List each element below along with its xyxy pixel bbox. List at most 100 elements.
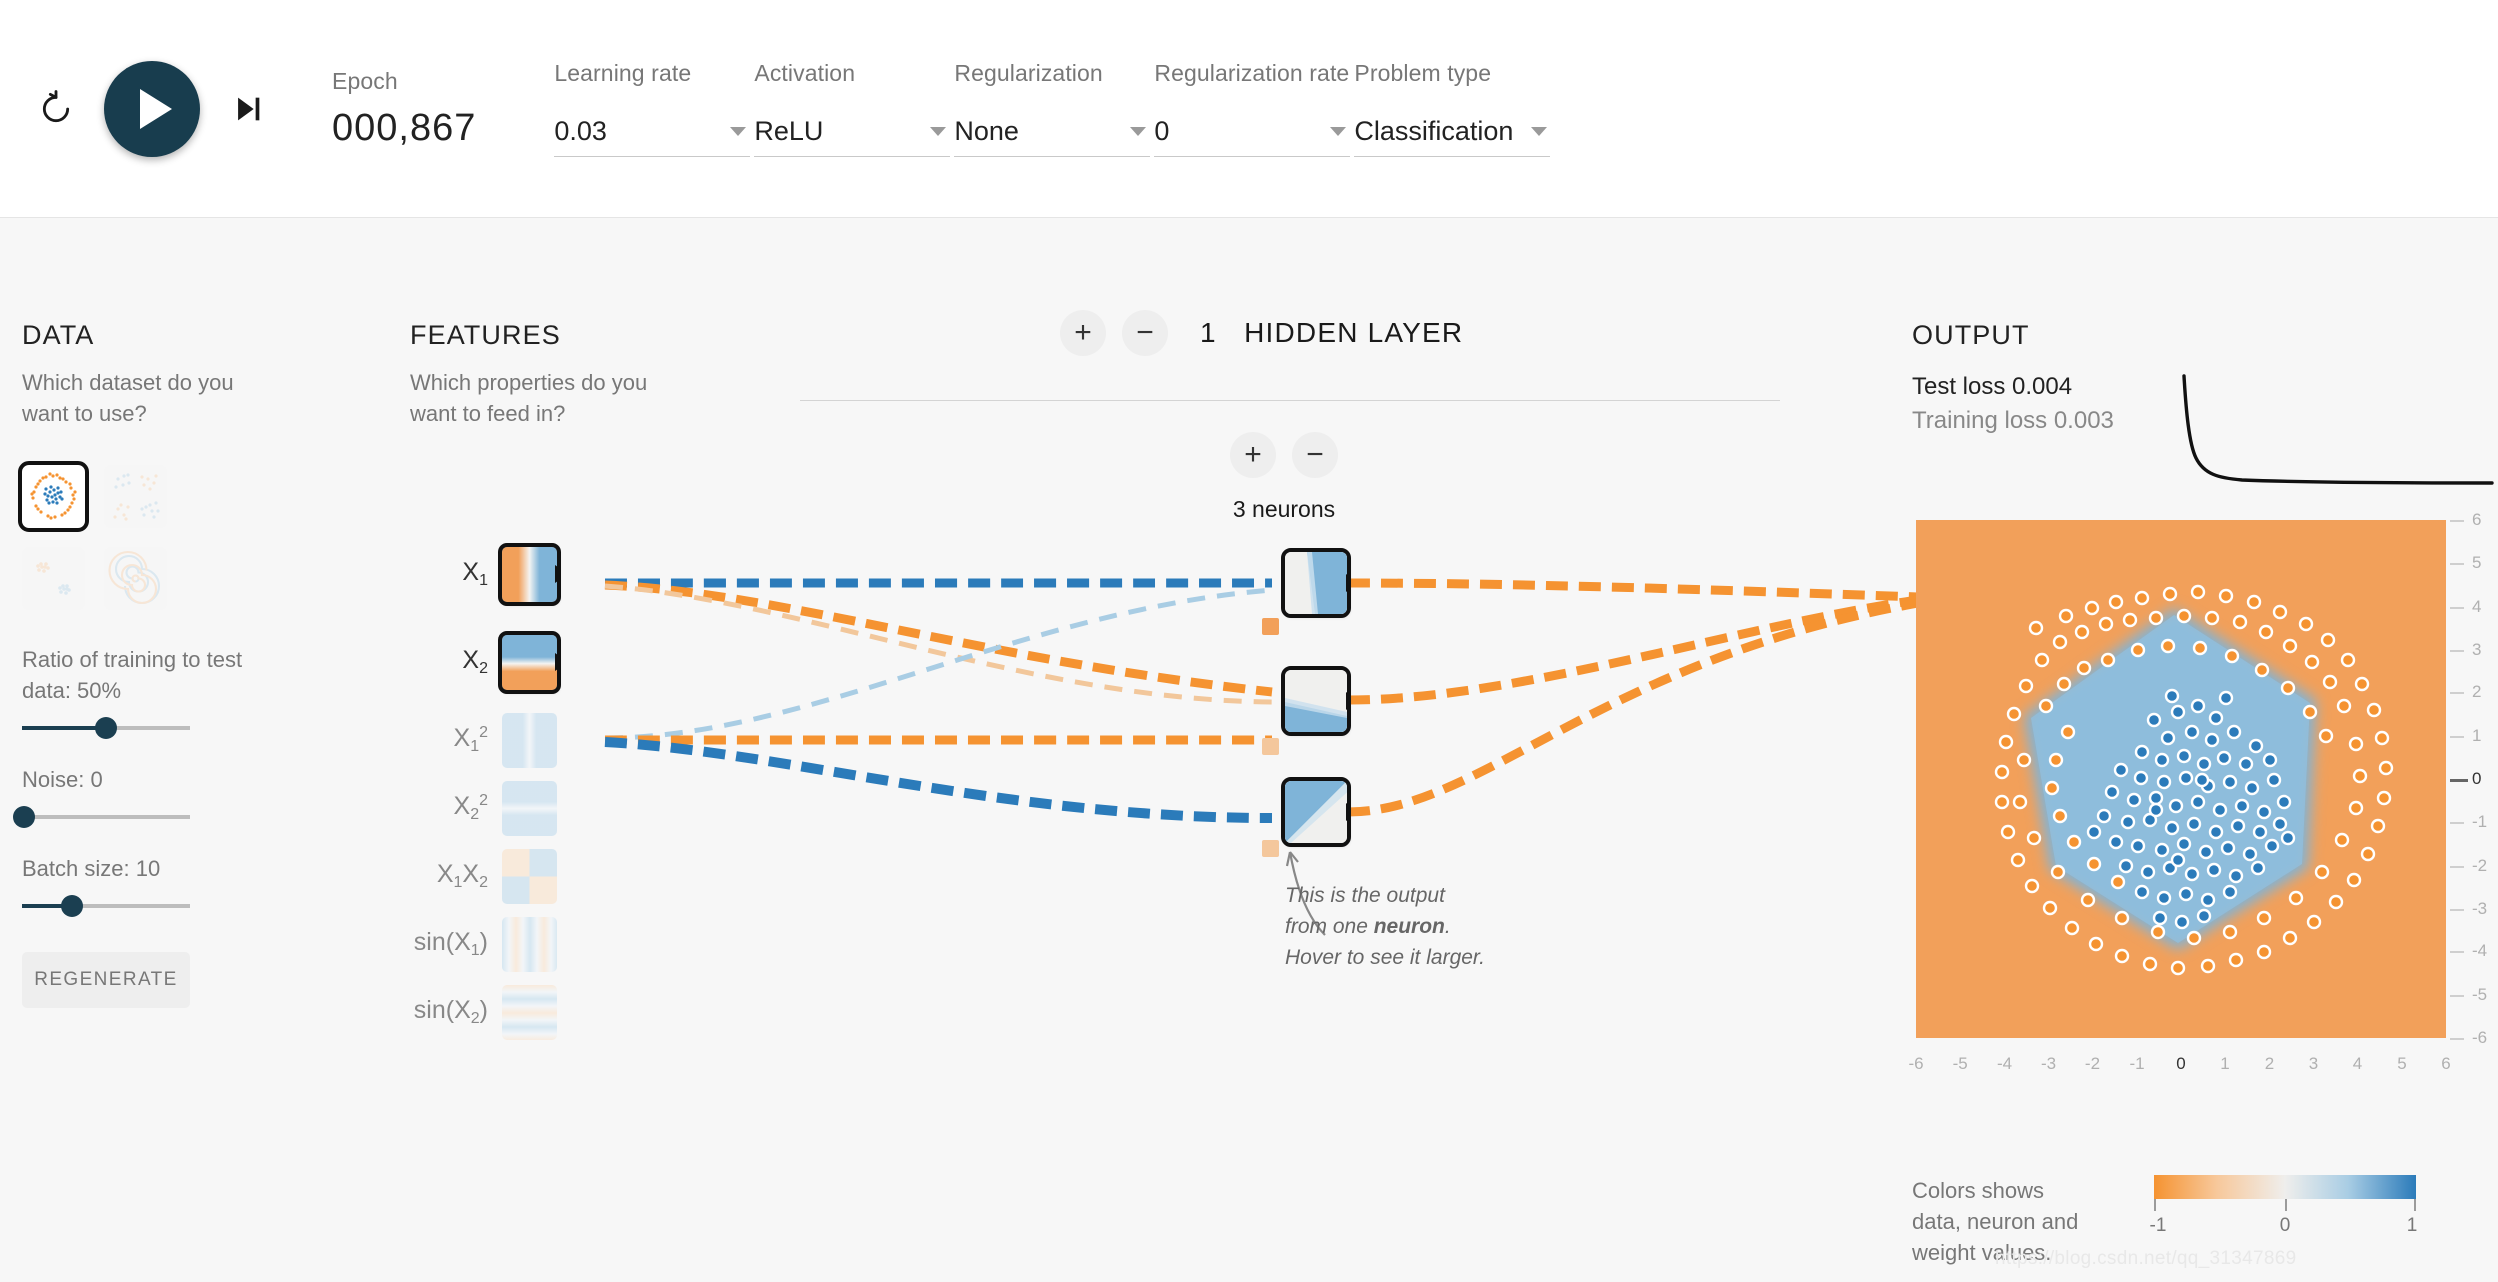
x-tick-zero: 0 bbox=[2176, 1054, 2186, 1073]
activation-select[interactable]: ReLU bbox=[754, 107, 951, 157]
arrow-icon bbox=[555, 653, 557, 671]
bias-h1[interactable] bbox=[1262, 618, 1279, 635]
y-tick: 1 bbox=[2472, 726, 2482, 745]
output-heatmap[interactable] bbox=[1916, 520, 2446, 1038]
feature-sin-x1[interactable] bbox=[502, 916, 557, 972]
legend-tick: -1 bbox=[2149, 1215, 2167, 1236]
y-tick: -4 bbox=[2472, 941, 2488, 961]
feature-x1-squared[interactable] bbox=[502, 712, 557, 768]
hidden-layer-count: 1 bbox=[1200, 317, 1217, 348]
regularization-value: None bbox=[954, 116, 1019, 146]
remove-neuron-button[interactable]: − bbox=[1292, 432, 1338, 478]
x-tick: -5 bbox=[1952, 1054, 1968, 1073]
hidden-layer-controls: + − 1 HIDDEN LAYER bbox=[1060, 310, 1463, 356]
tooltip-bold: neuron bbox=[1373, 915, 1445, 938]
reset-icon[interactable] bbox=[30, 83, 82, 135]
legend-tick: 1 bbox=[2406, 1215, 2418, 1236]
play-button[interactable] bbox=[104, 60, 200, 157]
hidden-neuron-1[interactable] bbox=[1281, 548, 1351, 618]
bias-h3[interactable] bbox=[1262, 840, 1279, 857]
link-x1-h2 bbox=[604, 580, 1273, 697]
feature-x1[interactable] bbox=[498, 542, 561, 606]
dataset-exclusive-or[interactable] bbox=[104, 465, 167, 528]
epoch-label: Epoch bbox=[332, 67, 398, 94]
step-forward-icon[interactable] bbox=[222, 83, 274, 135]
feature-x1x2[interactable] bbox=[502, 848, 557, 904]
x-tick: -3 bbox=[2040, 1054, 2057, 1073]
regularization-select[interactable]: None bbox=[954, 107, 1151, 157]
chevron-down-icon bbox=[1330, 127, 1347, 136]
feature-row-x1x2: X1X2 bbox=[410, 842, 670, 910]
noise-slider[interactable] bbox=[13, 806, 190, 828]
bias-h2[interactable] bbox=[1262, 738, 1279, 755]
toolbar: Epoch 000,867 Learning rate 0.03 Activat… bbox=[0, 0, 2498, 218]
legend-scale: -1 0 1 bbox=[2150, 1175, 2417, 1236]
neuron-tooltip: This is the output from one neuron. Hove… bbox=[1285, 880, 1485, 973]
loss-curve-chart bbox=[2172, 370, 2498, 506]
regularization-rate-select[interactable]: 0 bbox=[1154, 107, 1351, 157]
output-title: OUTPUT bbox=[1912, 320, 2030, 350]
x-tick: -2 bbox=[2084, 1054, 2101, 1073]
regularization-rate-value: 0 bbox=[1154, 116, 1170, 146]
x-tick: -4 bbox=[1996, 1054, 2013, 1073]
hidden-neuron-3[interactable] bbox=[1281, 777, 1351, 847]
y-tick: 5 bbox=[2472, 553, 2482, 573]
features-panel: FEATURES Which properties do you want to… bbox=[410, 320, 660, 1040]
play-icon bbox=[140, 88, 172, 129]
tensorflow-playground: Epoch 000,867 Learning rate 0.03 Activat… bbox=[0, 0, 2498, 1282]
regenerate-button[interactable]: REGENERATE bbox=[22, 952, 190, 1008]
learning-rate-value: 0.03 bbox=[554, 116, 607, 146]
feature-row-x2-squared: X22 bbox=[410, 774, 670, 842]
add-layer-button[interactable]: + bbox=[1060, 310, 1106, 356]
remove-layer-button[interactable]: − bbox=[1122, 310, 1168, 356]
y-tick: -1 bbox=[2472, 811, 2488, 831]
data-points-blue bbox=[2086, 688, 2296, 930]
dataset-thumbnails bbox=[18, 461, 282, 610]
y-tick: -2 bbox=[2472, 855, 2488, 875]
feature-sin-x2[interactable] bbox=[502, 984, 557, 1040]
learning-rate-control: Learning rate 0.03 bbox=[554, 60, 751, 157]
learning-rate-label: Learning rate bbox=[554, 60, 692, 86]
activation-control: Activation ReLU bbox=[754, 60, 951, 157]
y-tick: 2 bbox=[2472, 682, 2482, 702]
arrow-icon bbox=[1346, 692, 1347, 710]
chevron-down-icon bbox=[1130, 127, 1147, 136]
training-loss: Training loss 0.003 bbox=[1912, 407, 2114, 434]
feature-sin-x1-label: sin(X1) bbox=[413, 928, 488, 959]
hyperparameter-controls: Learning rate 0.03 Activation ReLU Regul… bbox=[554, 60, 1554, 157]
x-tick: 2 bbox=[2264, 1054, 2275, 1073]
dataset-circle[interactable] bbox=[18, 461, 89, 532]
batch-size-label: Batch size: 10 bbox=[22, 856, 161, 881]
feature-row-sin-x2: sin(X2) bbox=[410, 978, 670, 1046]
regularization-label: Regularization bbox=[954, 60, 1103, 86]
feature-x1-label: X1 bbox=[462, 558, 488, 589]
chevron-down-icon bbox=[930, 127, 947, 136]
hidden-neuron-2[interactable] bbox=[1281, 666, 1351, 736]
legend-tick-row: -1 0 1 bbox=[2150, 1199, 2417, 1236]
y-tick: 4 bbox=[2472, 596, 2482, 616]
ratio-slider[interactable] bbox=[22, 717, 190, 739]
learning-rate-select[interactable]: 0.03 bbox=[554, 107, 751, 157]
hidden-layer-word: HIDDEN LAYER bbox=[1244, 317, 1464, 348]
y-tick: 6 bbox=[2472, 510, 2482, 529]
y-tick-zero: 0 bbox=[2472, 769, 2482, 788]
features-title: FEATURES bbox=[410, 320, 561, 350]
add-neuron-button[interactable]: + bbox=[1230, 432, 1276, 478]
noise-label: Noise: 0 bbox=[22, 767, 103, 792]
legend-gradient-bar bbox=[2154, 1175, 2416, 1199]
activation-label: Activation bbox=[754, 60, 856, 86]
feature-x2[interactable] bbox=[498, 630, 561, 694]
layer-divider bbox=[800, 400, 1780, 401]
data-points-orange bbox=[1994, 584, 2394, 976]
x-tick: 5 bbox=[2397, 1054, 2407, 1073]
feature-x2-squared[interactable] bbox=[502, 780, 557, 836]
problem-type-select[interactable]: Classification bbox=[1354, 107, 1551, 157]
batch-size-slider[interactable] bbox=[22, 895, 190, 917]
arrow-icon bbox=[555, 565, 557, 583]
y-tick: 3 bbox=[2472, 639, 2482, 659]
dataset-spiral[interactable] bbox=[104, 547, 167, 610]
dataset-gaussian[interactable] bbox=[22, 547, 85, 610]
legend-tick: 0 bbox=[2279, 1215, 2291, 1236]
x-tick: 1 bbox=[2220, 1054, 2230, 1073]
chevron-down-icon bbox=[730, 127, 747, 136]
